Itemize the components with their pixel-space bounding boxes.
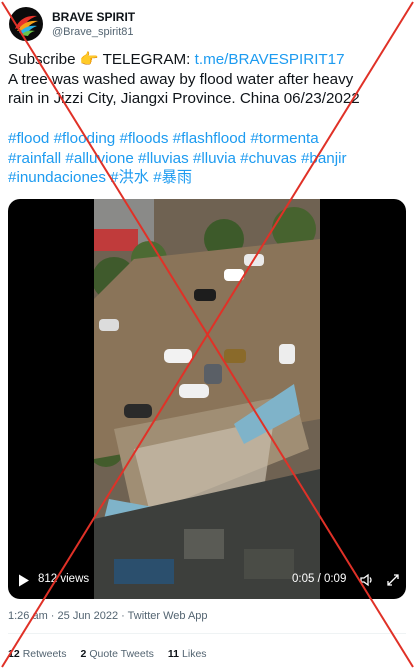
- divider: [8, 633, 406, 634]
- likes-stat[interactable]: 11 Likes: [168, 648, 207, 660]
- video-player[interactable]: 812 views 0:05 / 0:09: [8, 199, 406, 599]
- pointing-hand-emoji: 👉: [79, 51, 99, 68]
- retweets-count: 12: [8, 648, 20, 660]
- video-time: 0:05 / 0:09: [292, 573, 347, 585]
- fullscreen-icon[interactable]: [385, 572, 401, 588]
- subscribe-text: Subscribe: [8, 51, 80, 68]
- quote-tweets-stat[interactable]: 2 Quote Tweets: [80, 648, 153, 660]
- tweet-line-1: Subscribe 👉 TELEGRAM: t.me/BRAVESPIRIT17: [8, 50, 408, 70]
- telegram-link[interactable]: t.me/BRAVESPIRIT17: [195, 51, 345, 68]
- retweets-stat[interactable]: 12 Retweets: [8, 648, 66, 660]
- hashtag-line[interactable]: #rainfall #alluvione #lluvias #lluvia #c…: [8, 149, 408, 169]
- quote-tweets-label: Quote Tweets: [89, 648, 154, 660]
- display-name[interactable]: BRAVE SPIRIT: [52, 10, 135, 25]
- account-names: BRAVE SPIRIT @Brave_spirit81: [52, 10, 135, 39]
- eagle-logo-icon: [15, 15, 38, 36]
- play-icon[interactable]: [18, 574, 30, 587]
- hashtag-line[interactable]: #flood #flooding #floods #flashflood #to…: [8, 129, 408, 149]
- video-controls: 812 views 0:05 / 0:09: [8, 561, 406, 599]
- tweet-line-2: A tree was washed away by flood water af…: [8, 70, 354, 88]
- hashtags: #flood #flooding #floods #flashflood #to…: [8, 129, 408, 188]
- retweets-label: Retweets: [22, 648, 67, 660]
- tweet-text: Subscribe 👉 TELEGRAM: t.me/BRAVESPIRIT17…: [8, 50, 408, 109]
- tweet-line-3: rain in Jizzi City, Jiangxi Province. Ch…: [8, 90, 360, 107]
- tweet-header: BRAVE SPIRIT @Brave_spirit81: [9, 4, 135, 44]
- tweet-timestamp[interactable]: 1:26 am · 25 Jun 2022 · Twitter Web App: [8, 610, 208, 622]
- avatar[interactable]: [9, 7, 43, 41]
- view-count: 812 views: [38, 573, 90, 585]
- hashtag-line[interactable]: #inundaciones #洪水 #暴雨: [8, 168, 408, 188]
- account-handle[interactable]: @Brave_spirit81: [52, 25, 135, 39]
- flood-video-frame: [94, 199, 320, 599]
- likes-label: Likes: [182, 648, 207, 660]
- engagement-stats: 12 Retweets 2 Quote Tweets 11 Likes: [8, 648, 221, 660]
- likes-count: 11: [167, 648, 180, 660]
- volume-icon[interactable]: [359, 572, 375, 588]
- telegram-label: TELEGRAM:: [98, 51, 195, 68]
- quote-tweets-count: 2: [80, 648, 87, 660]
